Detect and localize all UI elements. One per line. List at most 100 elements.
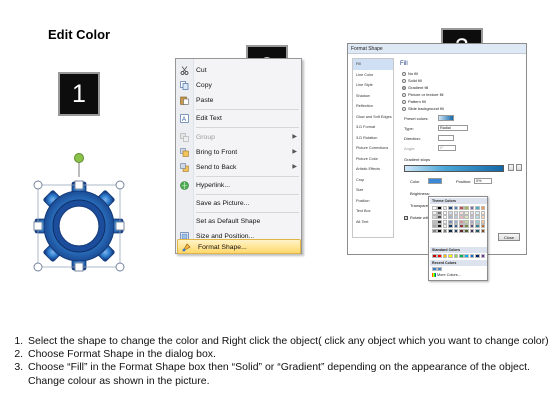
category-size[interactable]: Size	[353, 185, 393, 196]
color-swatch[interactable]	[432, 228, 437, 233]
color-swatch[interactable]	[442, 206, 448, 210]
color-swatch[interactable]	[442, 215, 448, 220]
color-swatch[interactable]	[464, 254, 469, 258]
menu-item-set-default-shape[interactable]: Set as Default Shape	[176, 214, 301, 229]
color-swatch[interactable]	[458, 224, 464, 229]
color-swatch[interactable]	[464, 215, 469, 220]
category-glow[interactable]: Glow and Soft Edges	[353, 112, 393, 123]
color-swatch[interactable]	[442, 219, 448, 224]
category-picture-corrections[interactable]: Picture Corrections	[353, 143, 393, 154]
add-stop-button[interactable]	[508, 164, 514, 171]
color-swatch[interactable]	[453, 210, 459, 215]
position-input[interactable]: 0%	[474, 178, 492, 184]
color-swatch[interactable]	[480, 215, 486, 220]
color-swatch[interactable]	[437, 267, 442, 271]
color-swatch[interactable]	[437, 210, 442, 215]
category-crop[interactable]: Crop	[353, 175, 393, 186]
color-swatch[interactable]	[448, 224, 453, 229]
color-swatch[interactable]	[475, 206, 480, 210]
category-line-style[interactable]: Line Style	[353, 80, 393, 91]
color-swatch[interactable]	[437, 215, 442, 220]
color-swatch[interactable]	[480, 206, 486, 210]
category-text-box[interactable]: Text Box	[353, 206, 393, 217]
color-swatch[interactable]	[480, 228, 486, 233]
color-swatch[interactable]	[464, 224, 469, 229]
color-swatch[interactable]	[469, 210, 475, 215]
color-swatch[interactable]	[453, 224, 459, 229]
rotation-handle[interactable]	[74, 153, 84, 163]
color-swatch[interactable]	[437, 228, 442, 233]
color-swatch[interactable]	[453, 215, 459, 220]
close-button[interactable]: Close	[498, 233, 520, 241]
color-swatch[interactable]	[453, 219, 459, 224]
menu-item-hyperlink[interactable]: Hyperlink...	[176, 178, 301, 193]
color-swatch[interactable]	[453, 228, 459, 233]
gradient-stops-bar[interactable]	[404, 165, 504, 172]
color-swatch[interactable]	[469, 206, 475, 210]
menu-item-paste[interactable]: Paste	[176, 93, 301, 108]
remove-stop-button[interactable]	[516, 164, 522, 171]
color-swatch[interactable]	[442, 228, 448, 233]
color-swatch[interactable]	[480, 219, 486, 224]
menu-item-group[interactable]: Group ▶	[176, 130, 301, 145]
color-swatch[interactable]	[432, 254, 437, 258]
category-line-color[interactable]: Line Color	[353, 70, 393, 81]
category-picture-color[interactable]: Picture Color	[353, 154, 393, 165]
color-swatch[interactable]	[432, 224, 437, 229]
category-fill[interactable]: Fill	[353, 59, 393, 70]
fill-option-pattern[interactable]: Pattern fill	[402, 99, 426, 104]
color-swatch[interactable]	[469, 254, 475, 258]
category-position[interactable]: Position	[353, 196, 393, 207]
color-swatch[interactable]	[475, 228, 480, 233]
color-swatch[interactable]	[464, 206, 469, 210]
color-swatch[interactable]	[448, 215, 453, 220]
fill-option-gradient[interactable]: Gradient fill	[402, 85, 428, 90]
color-swatch[interactable]	[458, 215, 464, 220]
fill-option-slide-bg[interactable]: Slide background fill	[402, 106, 444, 111]
color-swatch[interactable]	[475, 219, 480, 224]
color-swatch[interactable]	[458, 254, 464, 258]
color-swatch[interactable]	[442, 210, 448, 215]
color-swatch[interactable]	[432, 219, 437, 224]
preset-colors-dropdown[interactable]	[438, 115, 454, 121]
direction-dropdown[interactable]	[438, 135, 454, 141]
menu-item-copy[interactable]: Copy	[176, 78, 301, 93]
color-swatch[interactable]	[475, 254, 480, 258]
fill-option-picture[interactable]: Picture or texture fill	[402, 92, 443, 97]
color-swatch[interactable]	[458, 228, 464, 233]
type-dropdown[interactable]: Radial	[438, 125, 468, 131]
color-swatch[interactable]	[475, 210, 480, 215]
color-swatch[interactable]	[458, 219, 464, 224]
color-swatch[interactable]	[432, 210, 437, 215]
color-swatch[interactable]	[448, 206, 453, 210]
color-swatch[interactable]	[475, 224, 480, 229]
color-swatch[interactable]	[448, 228, 453, 233]
menu-item-format-shape[interactable]: Format Shape...	[177, 239, 301, 254]
color-swatch[interactable]	[464, 210, 469, 215]
fill-option-solid[interactable]: Solid fill	[402, 78, 422, 83]
color-swatch[interactable]	[437, 206, 442, 210]
more-colors-link[interactable]: More Colors...	[432, 273, 461, 277]
category-alt-text[interactable]: Alt Text	[353, 217, 393, 228]
menu-item-send-to-back[interactable]: Send to Back ▶	[176, 160, 301, 175]
menu-item-bring-to-front[interactable]: Bring to Front ▶	[176, 145, 301, 160]
color-swatch[interactable]	[432, 206, 437, 210]
color-swatch[interactable]	[469, 219, 475, 224]
color-swatch[interactable]	[432, 267, 437, 271]
color-swatch[interactable]	[464, 219, 469, 224]
color-swatch[interactable]	[448, 219, 453, 224]
gear-icon[interactable]	[30, 150, 130, 275]
color-swatch[interactable]	[448, 210, 453, 215]
color-swatch[interactable]	[475, 215, 480, 220]
color-swatch[interactable]	[469, 228, 475, 233]
angle-input[interactable]: 0°	[438, 145, 456, 151]
category-3d-rotation[interactable]: 3-D Rotation	[353, 133, 393, 144]
color-swatch[interactable]	[469, 224, 475, 229]
color-swatch[interactable]	[464, 228, 469, 233]
menu-item-save-as-picture[interactable]: Save as Picture...	[176, 196, 301, 211]
color-swatch[interactable]	[437, 219, 442, 224]
color-swatch[interactable]	[442, 224, 448, 229]
color-swatch[interactable]	[458, 210, 464, 215]
color-swatch[interactable]	[480, 254, 486, 258]
color-swatch[interactable]	[480, 210, 486, 215]
